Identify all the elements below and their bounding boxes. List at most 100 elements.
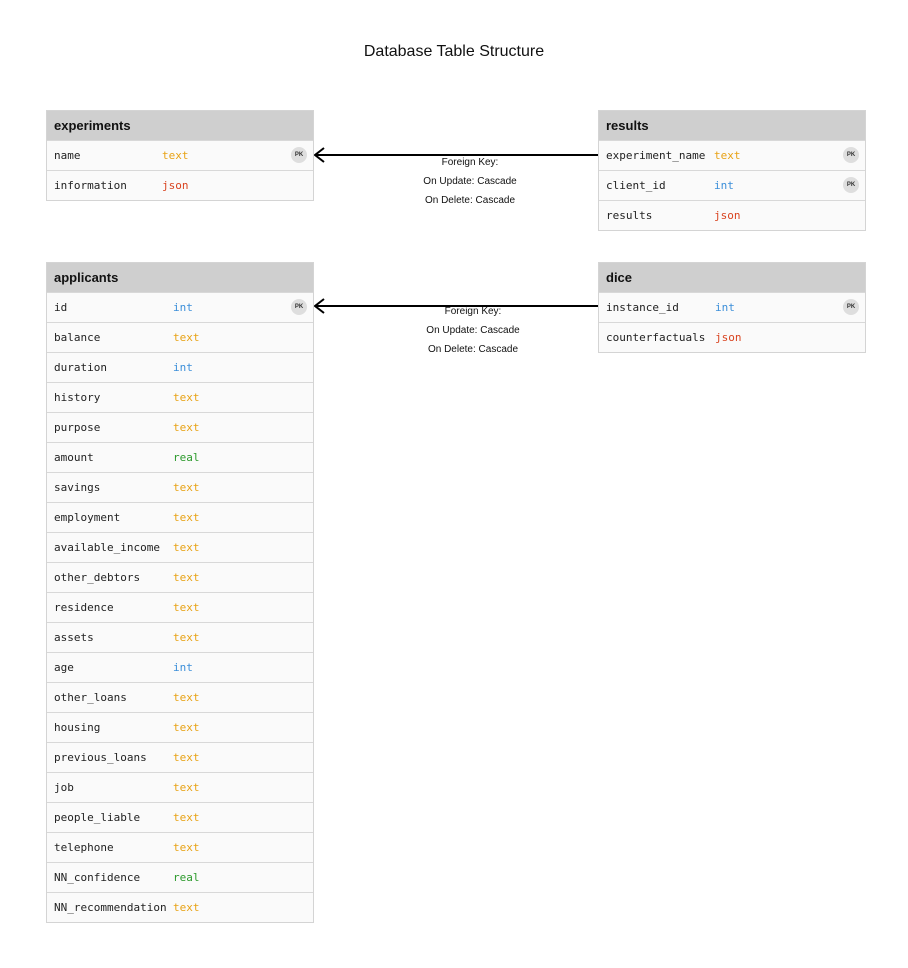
field-name: housing (54, 721, 101, 734)
primary-key-badge: PK (843, 147, 859, 163)
field-type: json (715, 331, 742, 344)
fk-label-line: On Delete: Cascade (427, 344, 519, 355)
field-name: other_loans (54, 691, 127, 704)
table-row[interactable]: balance text (47, 322, 313, 352)
table-applicants[interactable]: applicants id int PK balance text duration int h… (46, 262, 314, 923)
field-name: experiment_name (606, 149, 706, 162)
fk-label-line: Foreign Key: (444, 306, 502, 317)
field-name: previous_loans (54, 751, 147, 764)
field-name: duration (54, 361, 107, 374)
table-row[interactable]: counterfactuals json (599, 322, 865, 352)
field-type: text (173, 781, 200, 794)
field-name: balance (54, 331, 101, 344)
field-name: NN_recommendation (54, 901, 167, 914)
field-type: text (173, 841, 200, 854)
field-name: NN_confidence (54, 871, 141, 884)
table-row[interactable]: age int (47, 652, 313, 682)
field-name: results (606, 209, 653, 222)
fk-label-dice-applicants: Foreign Key: On Update: Cascade On Delet… (403, 302, 543, 359)
field-type: real (173, 871, 200, 884)
table-row[interactable]: job text (47, 772, 313, 802)
table-row[interactable]: history text (47, 382, 313, 412)
table-row[interactable]: other_debtors text (47, 562, 313, 592)
field-type: int (173, 661, 193, 674)
field-type: text (173, 331, 200, 344)
field-type: text (173, 511, 200, 524)
field-type: text (173, 691, 200, 704)
field-type: json (714, 209, 741, 222)
table-row[interactable]: savings text (47, 472, 313, 502)
table-results[interactable]: results experiment_name text PK client_id int… (598, 110, 866, 231)
field-type: text (173, 481, 200, 494)
field-name: available_income (54, 541, 160, 554)
table-row[interactable]: residence text (47, 592, 313, 622)
table-row[interactable]: id int PK (47, 292, 313, 322)
field-name: people_liable (54, 811, 141, 824)
fk-label-results-experiments: Foreign Key: On Update: Cascade On Delet… (400, 153, 540, 210)
primary-key-badge: PK (291, 147, 307, 163)
table-header: dice (599, 263, 865, 292)
table-row[interactable]: other_loans text (47, 682, 313, 712)
table-row[interactable]: previous_loans text (47, 742, 313, 772)
table-dice[interactable]: dice instance_id int PK counterfactuals json (598, 262, 866, 353)
table-row[interactable]: telephone text (47, 832, 313, 862)
field-name: name (54, 149, 81, 162)
field-type: text (173, 391, 200, 404)
fk-label-line: Foreign Key: (441, 157, 499, 168)
fk-label-line: On Delete: Cascade (424, 195, 516, 206)
field-name: residence (54, 601, 114, 614)
fk-label-line: On Update: Cascade (426, 325, 520, 336)
field-type: text (173, 421, 200, 434)
field-type: text (173, 541, 200, 554)
primary-key-badge: PK (291, 299, 307, 315)
field-type: text (714, 149, 741, 162)
field-name: assets (54, 631, 94, 644)
table-row[interactable]: client_id int PK (599, 170, 865, 200)
field-type: text (173, 571, 200, 584)
field-type: json (162, 179, 189, 192)
field-type: text (173, 811, 200, 824)
table-row[interactable]: results json (599, 200, 865, 230)
field-name: counterfactuals (606, 331, 706, 344)
primary-key-badge: PK (843, 299, 859, 315)
table-row[interactable]: assets text (47, 622, 313, 652)
table-row[interactable]: duration int (47, 352, 313, 382)
field-name: history (54, 391, 101, 404)
field-type: int (715, 301, 735, 314)
table-experiments[interactable]: experiments name text PK information json (46, 110, 314, 201)
table-row[interactable]: available_income text (47, 532, 313, 562)
table-row[interactable]: NN_confidence real (47, 862, 313, 892)
fk-label-line: On Update: Cascade (423, 176, 517, 187)
table-row[interactable]: NN_recommendation text (47, 892, 313, 922)
table-row[interactable]: experiment_name text PK (599, 140, 865, 170)
table-row[interactable]: information json (47, 170, 313, 200)
field-name: employment (54, 511, 121, 524)
field-name: instance_id (606, 301, 679, 314)
table-row[interactable]: housing text (47, 712, 313, 742)
field-name: id (54, 301, 68, 314)
field-type: int (173, 361, 193, 374)
field-name: amount (54, 451, 94, 464)
field-type: text (173, 631, 200, 644)
field-type: text (173, 751, 200, 764)
field-type: int (173, 301, 193, 314)
field-type: real (173, 451, 200, 464)
table-row[interactable]: purpose text (47, 412, 313, 442)
field-name: other_debtors (54, 571, 141, 584)
field-name: information (54, 179, 127, 192)
field-type: text (173, 721, 200, 734)
table-row[interactable]: amount real (47, 442, 313, 472)
table-header: results (599, 111, 865, 140)
field-name: age (54, 661, 74, 674)
field-name: purpose (54, 421, 101, 434)
table-row[interactable]: name text PK (47, 140, 313, 170)
primary-key-badge: PK (843, 177, 859, 193)
table-row[interactable]: instance_id int PK (599, 292, 865, 322)
field-type: text (173, 901, 200, 914)
table-row[interactable]: people_liable text (47, 802, 313, 832)
table-row[interactable]: employment text (47, 502, 313, 532)
field-type: text (173, 601, 200, 614)
field-name: telephone (54, 841, 114, 854)
table-header: applicants (47, 263, 313, 292)
field-type: int (714, 179, 734, 192)
